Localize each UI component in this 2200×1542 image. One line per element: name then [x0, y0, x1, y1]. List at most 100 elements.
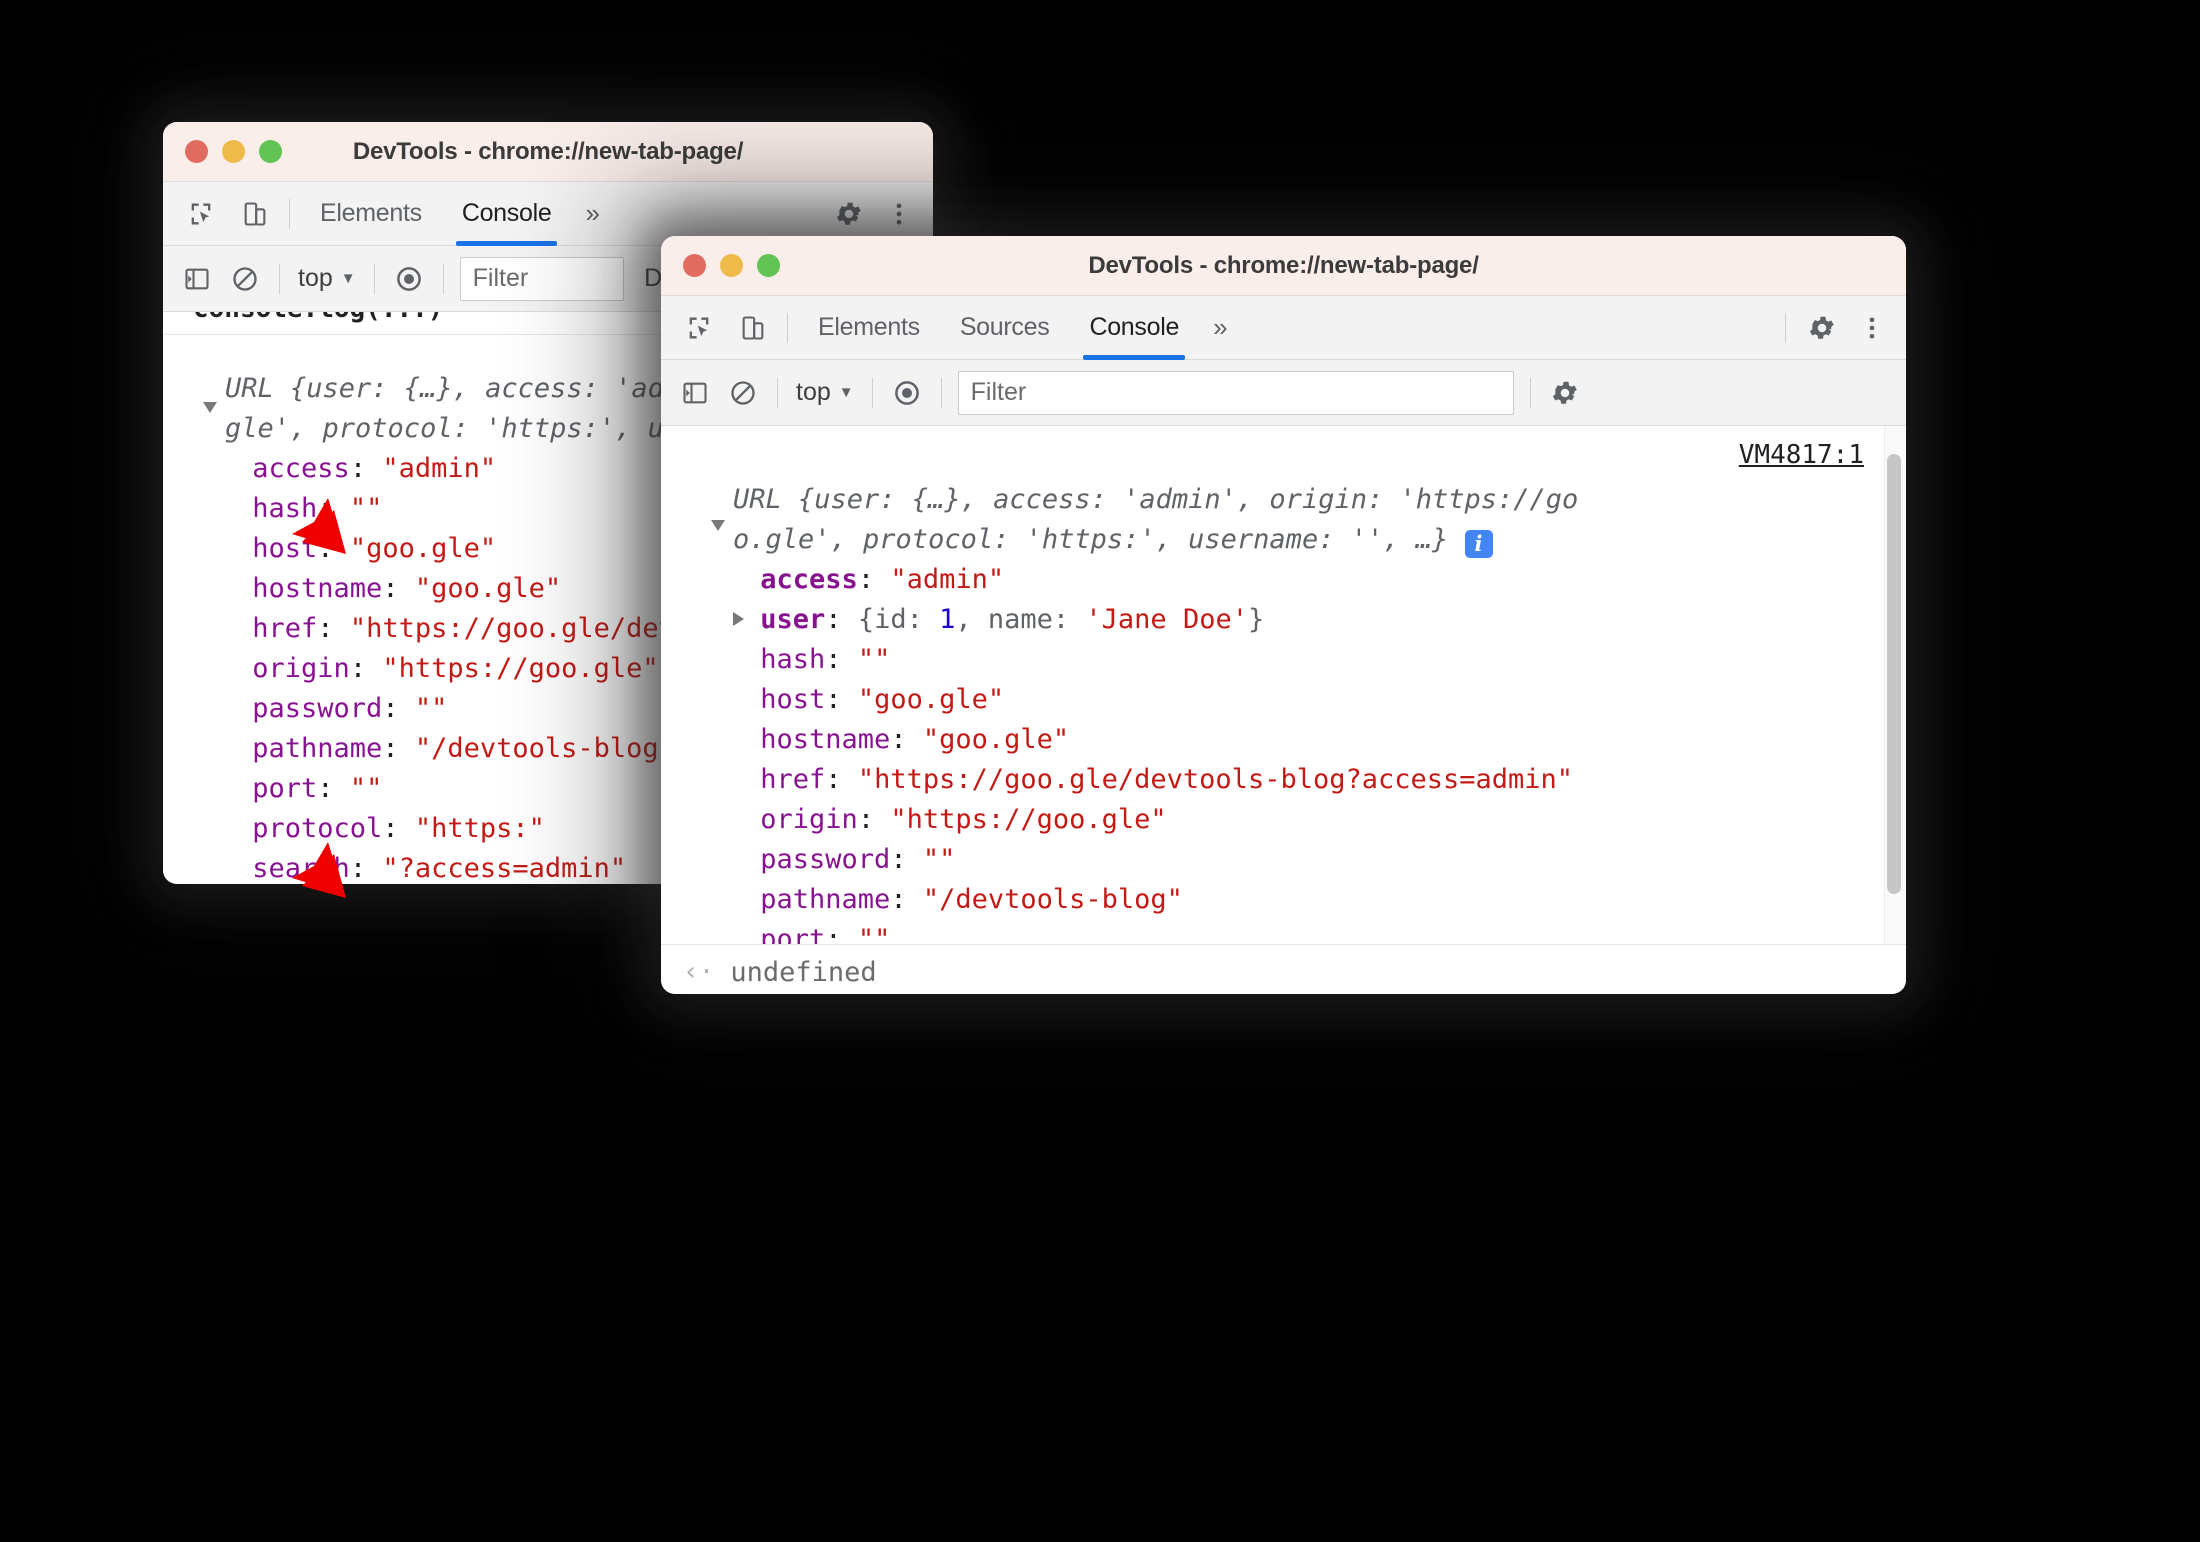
object-log-row[interactable]: VM4817:1 URL {user: {…}, access: 'admin'… — [661, 426, 1906, 944]
property-value: "/devtools-blog" — [414, 733, 675, 764]
expand-triangle-icon[interactable] — [203, 398, 217, 417]
kebab-menu-icon[interactable] — [1848, 304, 1896, 352]
tab-console[interactable]: Console — [1069, 296, 1199, 360]
property-value: "admin" — [890, 564, 1005, 595]
tab-label: Elements — [320, 199, 422, 227]
console-filter-bar-after[interactable]: top ▼ Filter — [661, 360, 1906, 426]
titlebar-before[interactable]: DevTools - chrome://new-tab-page/ — [163, 122, 933, 182]
property-value: "https://goo.gle" — [890, 804, 1167, 835]
property-value: "admin" — [382, 453, 497, 484]
property-value: "https://goo.gle" — [382, 653, 659, 684]
close-button[interactable] — [683, 254, 706, 277]
property-value: "/devtools-blog" — [922, 884, 1183, 915]
tab-sources[interactable]: Sources — [940, 296, 1070, 360]
filter-input[interactable]: Filter — [459, 256, 625, 301]
filter-input[interactable]: Filter — [957, 370, 1514, 415]
filter-placeholder: Filter — [472, 264, 529, 292]
console-settings-gear-icon[interactable] — [1541, 369, 1589, 417]
property-key: pathname — [252, 733, 383, 764]
property-row[interactable]: href: "https://goo.gle/devtools-blog?acc… — [733, 760, 1870, 800]
tab-elements[interactable]: Elements — [300, 182, 442, 246]
console-sidebar-icon[interactable] — [173, 255, 221, 303]
close-button[interactable] — [185, 140, 208, 163]
traffic-lights[interactable] — [163, 140, 282, 163]
expand-triangle-icon[interactable] — [733, 612, 744, 626]
maximize-button[interactable] — [757, 254, 780, 277]
tab-label: Console — [461, 199, 552, 227]
minimize-button[interactable] — [720, 254, 743, 277]
traffic-lights[interactable] — [661, 254, 780, 277]
filter-placeholder: Filter — [970, 378, 1027, 406]
tab-console[interactable]: Console — [442, 182, 572, 246]
property-value: {id: 1, name: 'Jane Doe'} — [857, 604, 1265, 635]
result-value: undefined — [730, 956, 877, 988]
info-badge-icon[interactable]: i — [1464, 530, 1493, 558]
gear-icon[interactable] — [1798, 304, 1846, 352]
property-value: "goo.gle" — [857, 684, 1005, 715]
devtools-toolbar-after[interactable]: Elements Sources Console » — [661, 296, 1906, 360]
tab-label: Elements — [818, 313, 920, 341]
console-result-row-after: ‹· undefined — [661, 944, 1906, 994]
property-value: "goo.gle" — [922, 724, 1070, 755]
device-toolbar-icon[interactable] — [729, 304, 777, 352]
property-key: hostname — [760, 724, 891, 755]
execution-context-selector[interactable]: top ▼ — [788, 378, 862, 407]
source-link[interactable]: VM4817:1 — [1739, 440, 1864, 470]
maximize-button[interactable] — [259, 140, 282, 163]
property-value: "" — [349, 493, 383, 524]
more-tabs-icon[interactable]: » — [571, 198, 613, 229]
object-properties-after[interactable]: access: "admin" user: {id: 1, name: 'Jan… — [661, 560, 1870, 944]
property-value: "https://goo.gle/devtools-blog?access=ad… — [857, 764, 1574, 795]
titlebar-after[interactable]: DevTools - chrome://new-tab-page/ — [661, 236, 1906, 296]
devtools-window-after[interactable]: DevTools - chrome://new-tab-page/ Elemen… — [661, 236, 1906, 994]
chevron-down-icon: ▼ — [838, 384, 854, 401]
property-row[interactable]: hostname: "goo.gle" — [733, 720, 1870, 760]
property-value: "" — [857, 924, 891, 944]
property-key: href — [760, 764, 826, 795]
property-value: "goo.gle" — [414, 573, 562, 604]
screenshot-stage: DevTools - chrome://new-tab-page/ Elemen… — [0, 0, 2200, 1542]
property-key: href — [252, 613, 318, 644]
property-key: port — [760, 924, 826, 944]
window-title: DevTools - chrome://new-tab-page/ — [1088, 251, 1479, 279]
tab-elements[interactable]: Elements — [798, 296, 940, 360]
property-value: "goo.gle" — [349, 533, 497, 564]
property-key: host — [760, 684, 826, 715]
property-key: password — [252, 693, 383, 724]
console-output-after[interactable]: VM4817:1 URL {user: {…}, access: 'admin'… — [661, 426, 1906, 944]
property-value: "?access=admin" — [382, 853, 627, 884]
property-value: "" — [414, 693, 448, 724]
property-value: "https:" — [414, 813, 545, 844]
live-expression-icon[interactable] — [385, 255, 433, 303]
property-row[interactable]: password: "" — [733, 840, 1870, 880]
result-arrow-icon: ‹· — [683, 957, 715, 987]
execution-context-selector[interactable]: top ▼ — [290, 264, 364, 293]
property-row[interactable]: host: "goo.gle" — [733, 680, 1870, 720]
minimize-button[interactable] — [222, 140, 245, 163]
property-row[interactable]: hash: "" — [733, 640, 1870, 680]
tab-label: Sources — [959, 313, 1050, 341]
clear-console-icon[interactable] — [221, 255, 269, 303]
console-sidebar-icon[interactable] — [671, 369, 719, 417]
context-label: top — [298, 264, 333, 292]
property-value: "" — [857, 644, 891, 675]
inspect-element-icon[interactable] — [177, 190, 225, 238]
property-key: search — [252, 853, 350, 884]
property-key: protocol — [252, 813, 383, 844]
property-row[interactable]: pathname: "/devtools-blog" — [733, 880, 1870, 920]
inspect-element-icon[interactable] — [675, 304, 723, 352]
property-row[interactable]: access: "admin" — [733, 560, 1870, 600]
kebab-menu-icon[interactable] — [875, 190, 923, 238]
property-key: host — [252, 533, 318, 564]
gear-icon[interactable] — [825, 190, 873, 238]
property-key: user — [760, 604, 826, 635]
property-row[interactable]: user: {id: 1, name: 'Jane Doe'} — [733, 600, 1870, 640]
device-toolbar-icon[interactable] — [231, 190, 279, 238]
clear-console-icon[interactable] — [719, 369, 767, 417]
property-row[interactable]: port: "" — [733, 920, 1870, 944]
live-expression-icon[interactable] — [883, 369, 931, 417]
panel-tabs-after: Elements Sources Console — [798, 296, 1199, 360]
expand-triangle-icon[interactable] — [711, 516, 725, 535]
more-tabs-icon[interactable]: » — [1199, 312, 1241, 343]
property-row[interactable]: origin: "https://goo.gle" — [733, 800, 1870, 840]
